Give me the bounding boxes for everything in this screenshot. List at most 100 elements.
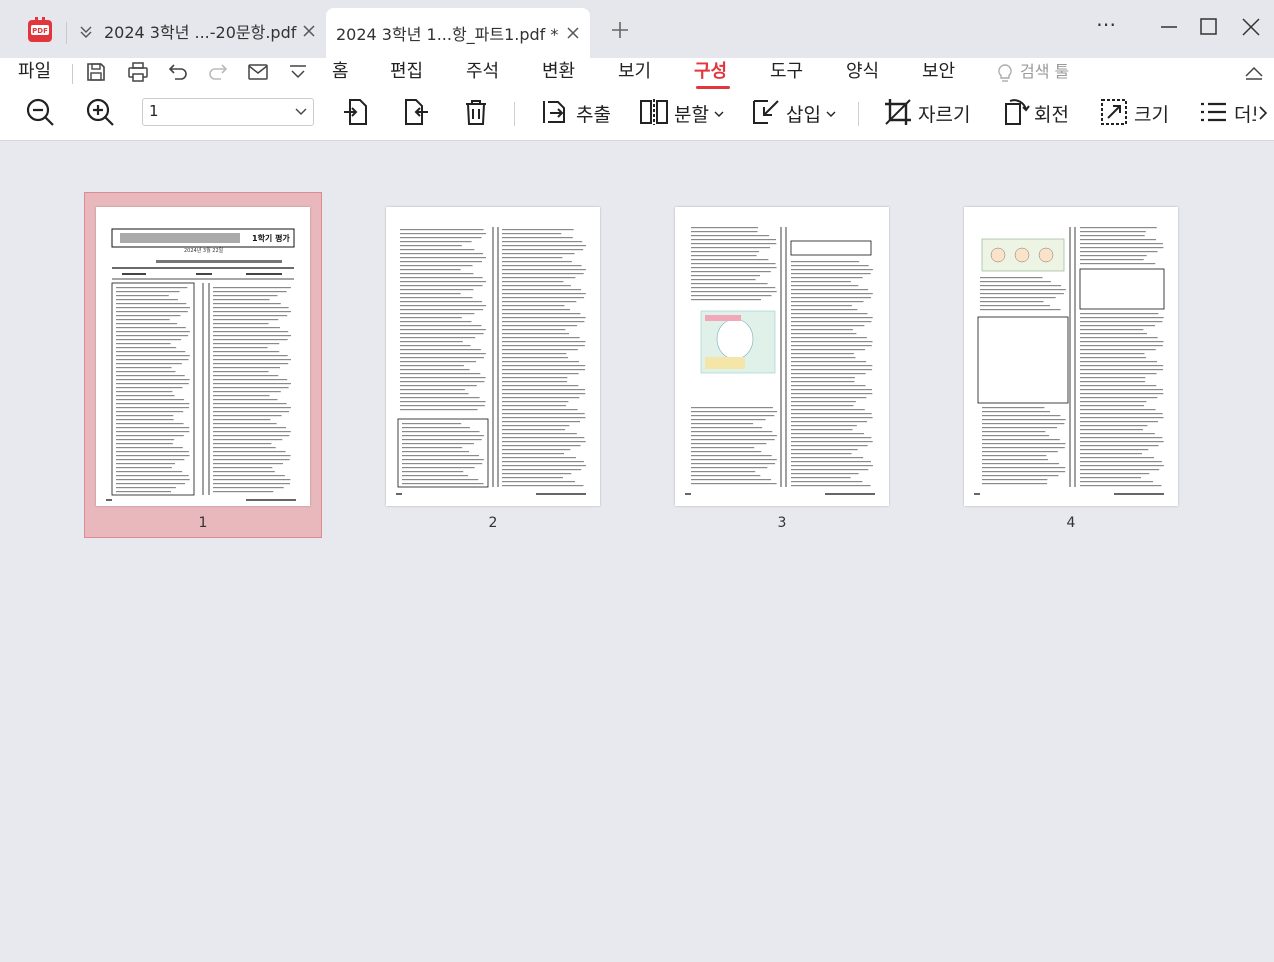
menu-separator: [72, 64, 73, 84]
search-tool-field[interactable]: 검색 툴: [1020, 58, 1069, 90]
text-line: [791, 329, 853, 331]
text-line: [980, 289, 1066, 291]
more-button-label[interactable]: 더보: [1234, 100, 1256, 127]
insert-page-before-icon[interactable]: [340, 96, 372, 128]
active-menu-underline: [696, 86, 730, 89]
redo-icon[interactable]: [206, 60, 230, 84]
close-icon[interactable]: [302, 24, 316, 38]
text-line: [691, 467, 768, 469]
text-line: [402, 443, 474, 445]
crop-icon[interactable]: [882, 96, 914, 128]
mail-icon[interactable]: [246, 60, 270, 84]
text-line: [1080, 385, 1157, 387]
rotate-button-label[interactable]: 회전: [1034, 100, 1069, 127]
text-line: [1080, 231, 1146, 233]
text-line: [1080, 429, 1144, 431]
text-line: [982, 459, 1049, 461]
text-line: [400, 285, 483, 287]
tab-document-1[interactable]: 2024 3학년 ...-20문항.pdf: [66, 10, 326, 52]
page-number-label: 3: [777, 515, 787, 531]
text-line: [791, 353, 854, 355]
page-thumbnail-4[interactable]: [964, 207, 1178, 506]
text-line: [502, 273, 584, 275]
text-line: [213, 339, 288, 341]
text-line: [791, 325, 865, 327]
text-line: [116, 395, 175, 397]
save-icon[interactable]: [84, 60, 108, 84]
page-size-icon[interactable]: [1098, 96, 1130, 128]
text-line: [116, 319, 170, 321]
collapse-ribbon-icon[interactable]: [1242, 60, 1266, 84]
menu-home[interactable]: 홈: [332, 58, 349, 90]
text-line: [116, 291, 180, 293]
text-line: [502, 385, 579, 387]
text-line: [213, 419, 271, 421]
text-line: [691, 247, 771, 249]
page-thumbnail-1[interactable]: 1학기 평가 2024년 3월 22일: [96, 207, 310, 506]
close-icon[interactable]: [566, 26, 580, 40]
text-line: [791, 393, 873, 395]
new-tab-plus-icon[interactable]: [608, 18, 632, 42]
text-line: [982, 427, 1057, 429]
text-line: [213, 443, 272, 445]
menu-security[interactable]: 보안: [922, 58, 955, 90]
crop-button-label[interactable]: 자르기: [918, 100, 970, 127]
text-line: [116, 491, 171, 493]
menu-forms[interactable]: 양식: [846, 58, 879, 90]
insert-icon[interactable]: [750, 96, 782, 128]
text-line: [502, 389, 585, 391]
maximize-icon[interactable]: [1196, 14, 1222, 40]
close-window-icon[interactable]: [1238, 14, 1264, 40]
text-line: [400, 297, 473, 299]
extract-button-label[interactable]: 추출: [576, 100, 611, 127]
chevron-down-icon[interactable]: [78, 23, 94, 39]
menu-comment[interactable]: 주석: [466, 58, 499, 90]
rotate-icon[interactable]: [998, 96, 1030, 128]
organize-toolbar: 1 추출 분할 삽입 자르기 회전 크기 더: [0, 90, 1274, 141]
size-button-label[interactable]: 크기: [1134, 100, 1169, 127]
text-line: [502, 321, 585, 323]
menu-convert[interactable]: 변환: [542, 58, 575, 90]
text-line: [691, 255, 757, 257]
minimize-icon[interactable]: [1156, 14, 1182, 40]
split-button-label[interactable]: 분할: [674, 100, 709, 127]
insert-button-label[interactable]: 삽입: [786, 100, 821, 127]
text-line: [791, 457, 864, 459]
text-line: [213, 403, 287, 405]
chevron-right-icon[interactable]: [1258, 106, 1268, 120]
chevron-down-icon[interactable]: [714, 110, 724, 118]
text-line: [502, 485, 584, 487]
text-line: [116, 351, 186, 353]
quick-access-dropdown-icon[interactable]: [286, 60, 310, 84]
text-line: [116, 459, 185, 461]
more-options-button[interactable]: ⋯: [1094, 12, 1120, 40]
page-thumbnail-2[interactable]: [386, 207, 600, 506]
page-number-select[interactable]: 1: [142, 98, 314, 126]
zoom-out-icon[interactable]: [24, 96, 56, 128]
print-icon[interactable]: [126, 60, 150, 84]
menu-file[interactable]: 파일: [18, 58, 51, 90]
more-list-icon[interactable]: [1198, 96, 1230, 128]
menu-tools[interactable]: 도구: [770, 58, 803, 90]
insert-page-after-icon[interactable]: [400, 96, 432, 128]
page-thumbnail-3[interactable]: [675, 207, 889, 506]
text-line: [1080, 353, 1145, 355]
text-line: [791, 265, 869, 267]
split-icon[interactable]: [638, 96, 670, 128]
text-line: [116, 455, 190, 457]
undo-icon[interactable]: [166, 60, 190, 84]
text-line: [116, 431, 190, 433]
menu-view[interactable]: 보기: [618, 58, 651, 90]
tab-label: 2024 3학년 1...항_파트1.pdf *: [336, 25, 559, 44]
menu-edit[interactable]: 편집: [390, 58, 423, 90]
text-line: [400, 329, 486, 331]
text-line: [982, 411, 1050, 413]
page-number-label: 4: [1066, 515, 1076, 531]
chevron-down-icon[interactable]: [826, 110, 836, 118]
text-line: [502, 449, 571, 451]
text-line: [982, 423, 1065, 425]
tab-document-2[interactable]: 2024 3학년 1...항_파트1.pdf *: [326, 8, 590, 58]
extract-icon[interactable]: [540, 96, 572, 128]
zoom-in-icon[interactable]: [84, 96, 116, 128]
delete-trash-icon[interactable]: [460, 96, 492, 128]
